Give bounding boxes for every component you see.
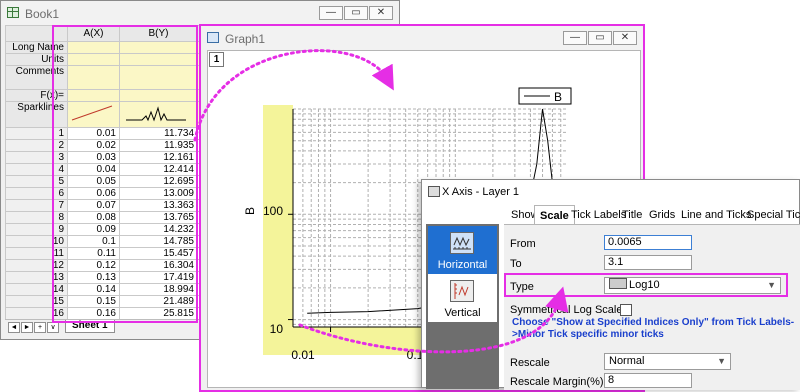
arrow-columns-to-graph — [193, 49, 394, 142]
annotation-overlay — [193, 49, 569, 354]
arrow-axis-to-type — [298, 286, 569, 354]
